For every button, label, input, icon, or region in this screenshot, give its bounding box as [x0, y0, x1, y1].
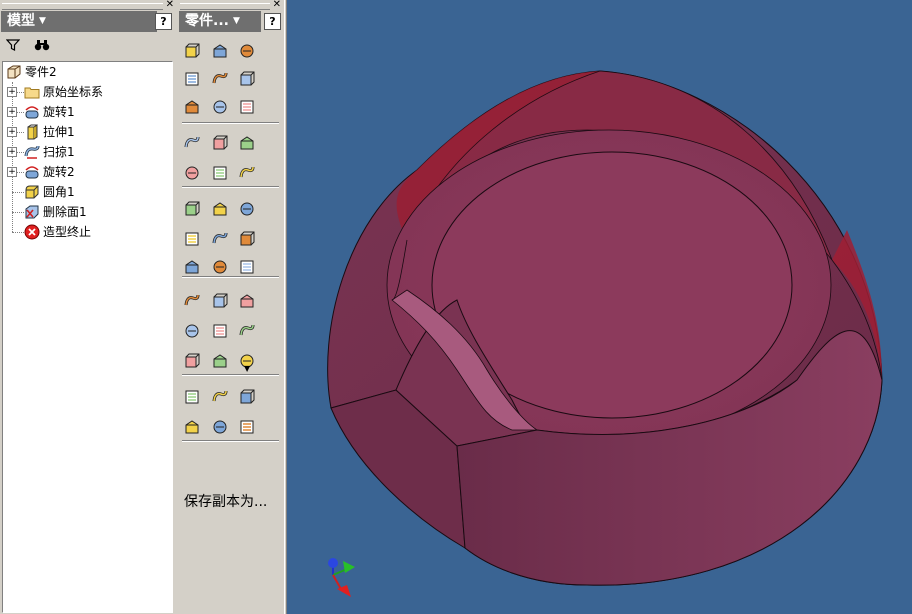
part-icon: [7, 65, 21, 79]
derived-component-icon[interactable]: [181, 350, 203, 372]
model-panel-title: 模型: [7, 13, 35, 29]
tree-item-label: 旋转2: [43, 165, 75, 179]
ruler-icon[interactable]: [181, 320, 203, 342]
tree-connector: [12, 82, 13, 232]
folder-icon: [24, 87, 40, 99]
help-icon[interactable]: ?: [155, 13, 172, 30]
chevron-down-icon[interactable]: ▼: [244, 364, 250, 373]
thread-icon[interactable]: [236, 96, 258, 118]
point-icon[interactable]: [209, 320, 231, 342]
emboss-icon[interactable]: [181, 162, 203, 184]
save-copy-as-button[interactable]: 保存副本为...: [184, 491, 267, 511]
promote-icon[interactable]: [236, 386, 258, 408]
replace-face-icon[interactable]: [209, 228, 231, 250]
tree-connector: [12, 212, 24, 213]
extrude-icon[interactable]: [236, 40, 258, 62]
model-panel-header[interactable]: 模型 ▼: [1, 11, 157, 32]
appearance-icon[interactable]: [209, 386, 231, 408]
derived-part-icon[interactable]: [209, 198, 231, 220]
rectangular-pattern-icon[interactable]: [209, 290, 231, 312]
chamfer-icon[interactable]: [236, 132, 258, 154]
tree-item-label: 原始坐标系: [43, 85, 104, 99]
toolbar-separator: [182, 122, 279, 124]
model-tree: 零件2 + 原始坐标系 + 旋转1 + 拉伸1 + 扫掠1 + 旋转2 圆角1 …: [2, 61, 173, 613]
copy-object-icon[interactable]: [209, 350, 231, 372]
fillet-icon: [25, 185, 39, 199]
model-browser-panel: ✕ 模型 ▼ ? 零件2 + 原始坐标系 + 旋转1 + 拉伸1 + 扫掠1 +…: [0, 0, 177, 614]
tree-connector: [12, 232, 24, 233]
toolbar-separator: [182, 374, 279, 376]
expand-icon[interactable]: +: [7, 107, 17, 117]
help-icon[interactable]: ?: [264, 13, 281, 30]
extrude-icon: [27, 124, 38, 140]
rib-icon[interactable]: [209, 68, 231, 90]
delete-face-icon: [25, 205, 39, 219]
sculpt-icon[interactable]: [181, 416, 203, 438]
sweep-icon: [24, 145, 40, 159]
model-view[interactable]: [287, 0, 912, 614]
parameters-icon[interactable]: [236, 320, 258, 342]
panel-grip[interactable]: [180, 3, 270, 10]
expand-icon[interactable]: +: [7, 87, 17, 97]
split-icon[interactable]: [181, 132, 203, 154]
sheet-metal-icon[interactable]: [181, 228, 203, 250]
shell-icon[interactable]: [181, 68, 203, 90]
work-plane-icon[interactable]: [181, 256, 203, 278]
loft-icon[interactable]: [236, 68, 258, 90]
delete-face-icon[interactable]: [181, 198, 203, 220]
coil-icon[interactable]: [209, 96, 231, 118]
revolve-icon: [25, 106, 39, 119]
toolbar-separator: [182, 440, 279, 442]
fillet-icon[interactable]: [236, 162, 258, 184]
find-icon[interactable]: [34, 38, 50, 54]
hole-icon[interactable]: [209, 40, 231, 62]
decal-icon[interactable]: [209, 162, 231, 184]
axis-triad-icon: [328, 558, 355, 597]
tree-item-label: 造型终止: [43, 225, 92, 239]
repair-icon[interactable]: [209, 416, 231, 438]
toolbar-separator: [182, 186, 279, 188]
panel-grip[interactable]: [2, 3, 163, 10]
graphics-viewport[interactable]: [287, 0, 912, 614]
mirror-icon[interactable]: [236, 198, 258, 220]
work-axis-icon[interactable]: [209, 256, 231, 278]
parts-panel-title: 零件...: [185, 13, 229, 29]
tree-item-label: 零件2: [25, 65, 57, 79]
model-toolbar: [1, 34, 175, 58]
circular-pattern-icon[interactable]: [236, 290, 258, 312]
filter-icon[interactable]: [5, 38, 21, 54]
ilogic-icon[interactable]: [181, 386, 203, 408]
tree-item-label: 拉伸1: [43, 125, 75, 139]
tree-connector: [12, 192, 24, 193]
face-draft-icon[interactable]: [209, 132, 231, 154]
close-icon[interactable]: ✕: [273, 0, 281, 10]
chevron-down-icon[interactable]: ▼: [39, 16, 46, 26]
part-features-panel: ✕ 零件... ▼ ? ▼ 保存副本为...: [178, 0, 284, 614]
tree-item-label: 旋转1: [43, 105, 75, 119]
tree-item-label: 圆角1: [43, 185, 75, 199]
tool-grid: ▼: [178, 34, 282, 614]
work-point-icon[interactable]: [236, 256, 258, 278]
expand-icon[interactable]: +: [7, 167, 17, 177]
tree-item-label: 扫掠1: [43, 145, 75, 159]
sweep-icon[interactable]: [181, 96, 203, 118]
expand-icon[interactable]: +: [7, 147, 17, 157]
chevron-down-icon[interactable]: ▼: [233, 16, 240, 26]
parts-panel-header[interactable]: 零件... ▼: [179, 11, 261, 32]
revolve-icon: [25, 166, 39, 179]
end-of-part-icon: [24, 224, 40, 240]
feature-pattern-icon[interactable]: [236, 228, 258, 250]
close-icon[interactable]: ✕: [166, 0, 174, 10]
grounded-icon[interactable]: [181, 290, 203, 312]
material-icon[interactable]: [236, 416, 258, 438]
tree-item-label: 删除面1: [43, 205, 87, 219]
revolve-icon[interactable]: [181, 40, 203, 62]
expand-icon[interactable]: +: [7, 127, 17, 137]
